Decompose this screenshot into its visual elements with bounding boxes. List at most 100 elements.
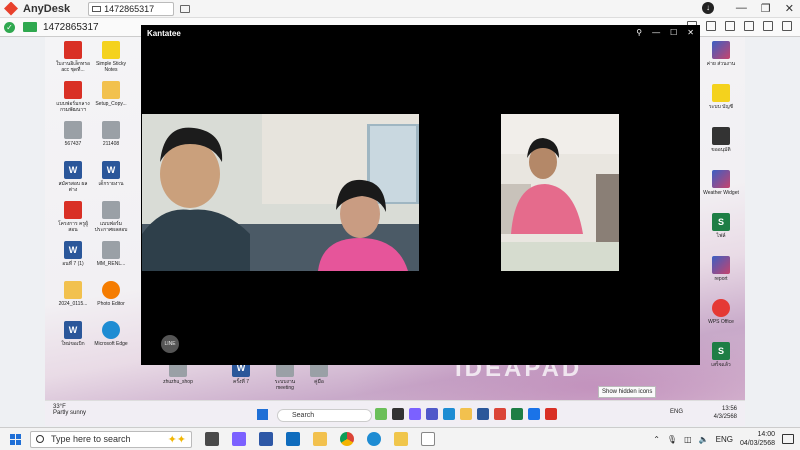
line-app-icon[interactable] bbox=[394, 432, 408, 446]
connection-ok-icon: ✓ bbox=[4, 21, 15, 33]
desktop-icon[interactable]: Setup_Copy... bbox=[93, 81, 129, 107]
new-tab-button[interactable] bbox=[180, 4, 191, 13]
chat-icon[interactable] bbox=[725, 21, 735, 31]
record-icon[interactable] bbox=[744, 21, 754, 31]
app-icon[interactable] bbox=[409, 408, 421, 420]
app-icon[interactable] bbox=[528, 408, 540, 420]
anydesk-logo-icon bbox=[4, 1, 18, 16]
chrome-icon[interactable] bbox=[494, 408, 506, 420]
shield-icon[interactable] bbox=[706, 21, 716, 31]
grey-file-icon bbox=[102, 201, 120, 219]
photoshop-icon[interactable] bbox=[259, 432, 273, 446]
desktop-icon[interactable]: Microsoft Edge bbox=[93, 321, 129, 347]
file-explorer-icon[interactable] bbox=[313, 432, 327, 446]
desktop-icon[interactable]: โครงการ ครูผู้สอน bbox=[55, 201, 91, 233]
chevron-up-icon[interactable]: ⌃ bbox=[653, 435, 660, 444]
weather-widget[interactable]: 33°F Partly sunny bbox=[53, 404, 86, 416]
outlook-icon[interactable] bbox=[286, 432, 300, 446]
photo-file-icon bbox=[102, 281, 120, 299]
minimize-button[interactable]: — bbox=[736, 2, 747, 15]
desktop-icon[interactable]: Simple Sticky Notes bbox=[93, 41, 129, 73]
notification-icon[interactable] bbox=[782, 434, 794, 444]
grey-file-icon bbox=[102, 241, 120, 259]
desktop-icon[interactable]: MM_RENL... bbox=[93, 241, 129, 267]
download-icon[interactable]: ↓ bbox=[702, 2, 714, 14]
local-taskbar: Type here to search ✦✦ ⌃ 🎙 ◫ 🔈 ENG 14:00… bbox=[0, 427, 800, 450]
session-toolbar bbox=[687, 21, 792, 31]
desktop-icon[interactable]: แบบฟอร์มกลาง กรมพัฒนาฯ bbox=[55, 81, 91, 113]
volume-icon[interactable]: 🔈 bbox=[699, 435, 709, 444]
close-icon[interactable]: ✕ bbox=[687, 28, 694, 37]
desktop-icon[interactable]: 211408 bbox=[93, 121, 129, 147]
video-call-window[interactable]: Kantatee ⚲ — ☐ ✕ LINE bbox=[141, 25, 700, 365]
taskbar-search[interactable]: Type here to search ✦✦ bbox=[30, 431, 192, 448]
teams-icon[interactable] bbox=[426, 408, 438, 420]
minimize-icon[interactable]: — bbox=[652, 28, 660, 37]
desktop-icon[interactable]: W ใหม่ขอเบิก bbox=[55, 321, 91, 347]
settings-icon[interactable] bbox=[763, 21, 773, 31]
desktop-icon[interactable]: S ไฟล์ bbox=[703, 213, 739, 239]
edge-icon[interactable] bbox=[367, 432, 381, 446]
close-button[interactable]: ✕ bbox=[785, 2, 794, 15]
pdf-file-icon bbox=[64, 41, 82, 59]
menu-icon[interactable] bbox=[782, 21, 792, 31]
session-tab[interactable]: 1472865317 bbox=[88, 1, 175, 16]
taskbar-clock[interactable]: 14:00 04/03/2568 bbox=[740, 430, 775, 448]
start-button[interactable] bbox=[10, 434, 21, 445]
language-indicator[interactable]: ENG bbox=[716, 435, 733, 444]
desktop-icon[interactable]: ขออนุมัติ bbox=[703, 127, 739, 153]
pdf-file-icon bbox=[64, 201, 82, 219]
remote-lang[interactable]: ENG bbox=[670, 409, 683, 415]
anydesk-titlebar: AnyDesk 1472865317 ↓ — ❐ ✕ bbox=[0, 0, 800, 18]
desktop-icon[interactable]: 567437 bbox=[55, 121, 91, 147]
desktop-icon[interactable]: W อนที่ 7 (1) bbox=[55, 241, 91, 267]
grey-file-icon bbox=[102, 121, 120, 139]
hidden-icons-tooltip: Show hidden icons bbox=[598, 386, 657, 398]
desktop-icon[interactable]: W เด็กรายงาน bbox=[93, 161, 129, 187]
wps-file-icon bbox=[712, 299, 730, 317]
monitor-icon bbox=[92, 5, 102, 12]
mixed-file-icon bbox=[712, 170, 730, 188]
dark-file-icon bbox=[712, 127, 730, 145]
network-icon[interactable]: ◫ bbox=[684, 435, 692, 444]
notepad-icon[interactable] bbox=[421, 432, 435, 446]
maximize-button[interactable]: ❐ bbox=[761, 2, 771, 15]
folder-icon[interactable] bbox=[460, 408, 472, 420]
yellow-file-icon bbox=[102, 41, 120, 59]
copilot-icon[interactable] bbox=[232, 432, 246, 446]
remote-clock[interactable]: 13:56 4/3/2568 bbox=[714, 405, 737, 421]
word-icon[interactable] bbox=[477, 408, 489, 420]
address-id[interactable]: 1472865317 bbox=[43, 22, 99, 33]
desktop-icon[interactable]: W สมัครสอบ ผลต่าง bbox=[55, 161, 91, 193]
desktop-icon[interactable]: แบบฟอร์ม ประกาศผลสอบ bbox=[93, 201, 129, 233]
task-view-icon[interactable] bbox=[205, 432, 219, 446]
remote-monitor-icon[interactable] bbox=[23, 22, 37, 32]
desktop-icon[interactable]: Photo Editor bbox=[93, 281, 129, 307]
word-file-icon: W bbox=[64, 321, 82, 339]
remote-search-box[interactable]: Search bbox=[277, 409, 372, 422]
excel-icon[interactable] bbox=[511, 408, 523, 420]
maximize-icon[interactable]: ☐ bbox=[670, 28, 677, 37]
app-icon[interactable] bbox=[392, 408, 404, 420]
edge-icon[interactable] bbox=[443, 408, 455, 420]
microphone-icon[interactable]: 🎙 bbox=[667, 435, 677, 444]
desktop-icon[interactable]: ระบบ บัญชี bbox=[703, 84, 739, 110]
desktop-icon[interactable]: ใบงานอิเล็กทรอ acc ชุดที่... bbox=[55, 41, 91, 73]
line-logo-icon: LINE bbox=[161, 335, 179, 353]
desktop-icon[interactable]: WPS Office bbox=[703, 299, 739, 325]
yellow-file-icon bbox=[712, 84, 730, 102]
excel-file-icon: S bbox=[712, 342, 730, 360]
grey-file-icon bbox=[64, 121, 82, 139]
desktop-icon[interactable]: 2024_0115... bbox=[55, 281, 91, 307]
sparkle-icon: ✦✦ bbox=[167, 434, 186, 446]
app-icon[interactable] bbox=[545, 408, 557, 420]
pin-icon[interactable]: ⚲ bbox=[636, 28, 642, 37]
remote-start-icon[interactable] bbox=[257, 409, 268, 420]
chrome-icon[interactable] bbox=[340, 432, 354, 446]
app-icon[interactable] bbox=[375, 408, 387, 420]
desktop-icon[interactable]: S เสร็จแล้ว bbox=[703, 342, 739, 368]
desktop-icon[interactable]: report bbox=[703, 256, 739, 282]
desktop-icon[interactable]: ค่าย ส่วนงาน bbox=[703, 41, 739, 67]
desktop-icon[interactable]: Weather Widget bbox=[703, 170, 739, 196]
mixed-file-icon bbox=[712, 41, 730, 59]
